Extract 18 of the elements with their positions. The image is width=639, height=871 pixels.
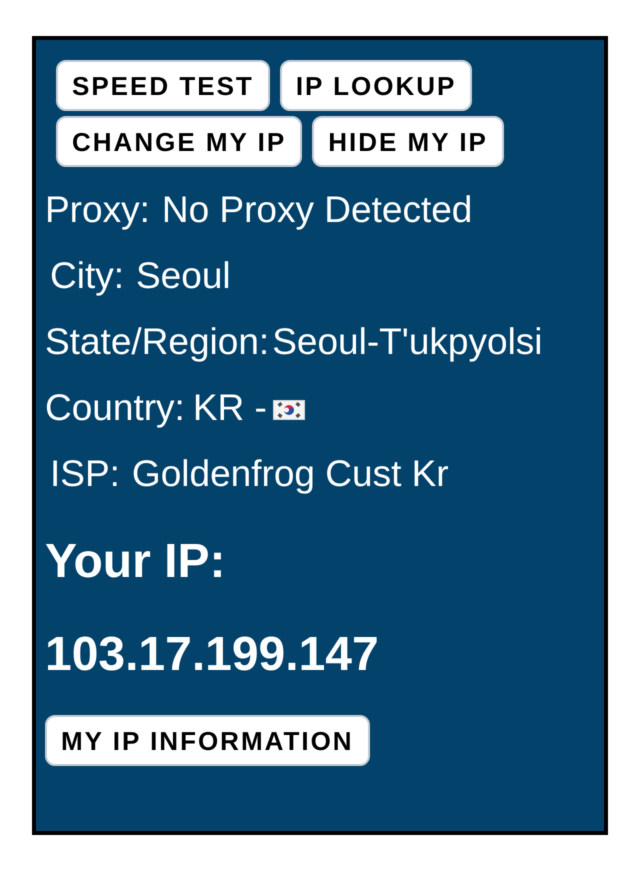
ip-address: 103.17.199.147: [45, 626, 379, 682]
info-button[interactable]: MY IP INFORMATION: [45, 715, 370, 766]
nav-button[interactable]: HIDE MY IP: [312, 116, 504, 167]
field-value: Goldenfrog Cust Kr: [132, 452, 449, 496]
ip-heading: Your IP:: [45, 534, 226, 590]
field-value: No Proxy Detected: [162, 188, 472, 232]
nav-button[interactable]: SPEED TEST: [56, 60, 270, 111]
field-label: City:: [50, 254, 124, 298]
field-label: ISP:: [50, 452, 120, 496]
field-label: Country:: [45, 386, 185, 430]
flag-icon: [272, 400, 305, 420]
field-label: Proxy:: [45, 188, 150, 232]
field-value: Seoul: [136, 254, 231, 298]
nav-button[interactable]: IP LOOKUP: [280, 60, 472, 111]
field-label: State/Region:: [45, 320, 270, 364]
nav-button[interactable]: CHANGE MY IP: [56, 116, 302, 167]
field-value: KR -: [192, 386, 267, 430]
field-value: Seoul-T'ukpyolsi: [272, 320, 543, 364]
